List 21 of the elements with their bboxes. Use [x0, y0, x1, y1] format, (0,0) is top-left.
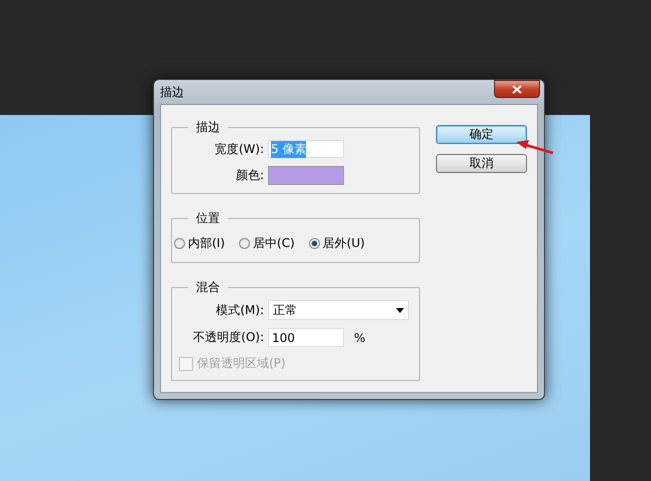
close-button[interactable] [494, 80, 540, 98]
radio-option[interactable]: 居中(C) [238, 235, 295, 252]
opacity-field[interactable]: 100 [268, 328, 344, 347]
window-title: 描边 [160, 84, 184, 100]
arrow-icon [516, 138, 554, 154]
color-swatch[interactable] [268, 166, 344, 185]
dialog-button[interactable]: 取消 [436, 154, 527, 173]
group-title: 位置 [195, 210, 221, 227]
group-title: 描边 [195, 119, 221, 136]
field-label: 颜色: [234, 167, 264, 184]
field-label: 宽度(W): [214, 140, 264, 158]
close-icon [512, 84, 522, 94]
dialog-button[interactable]: 确定 [436, 125, 527, 144]
field-label: 模式(M): [215, 302, 264, 318]
mode-dropdown[interactable]: 正常 [268, 300, 409, 320]
field-label: 不透明度(O): [192, 329, 264, 346]
unit-label: % [354, 330, 366, 344]
caret-icon [396, 308, 404, 312]
radio-option[interactable]: 内部(I) [174, 235, 225, 252]
radio-option[interactable]: 居外(U) [308, 235, 365, 252]
group-title: 混合 [195, 279, 221, 296]
